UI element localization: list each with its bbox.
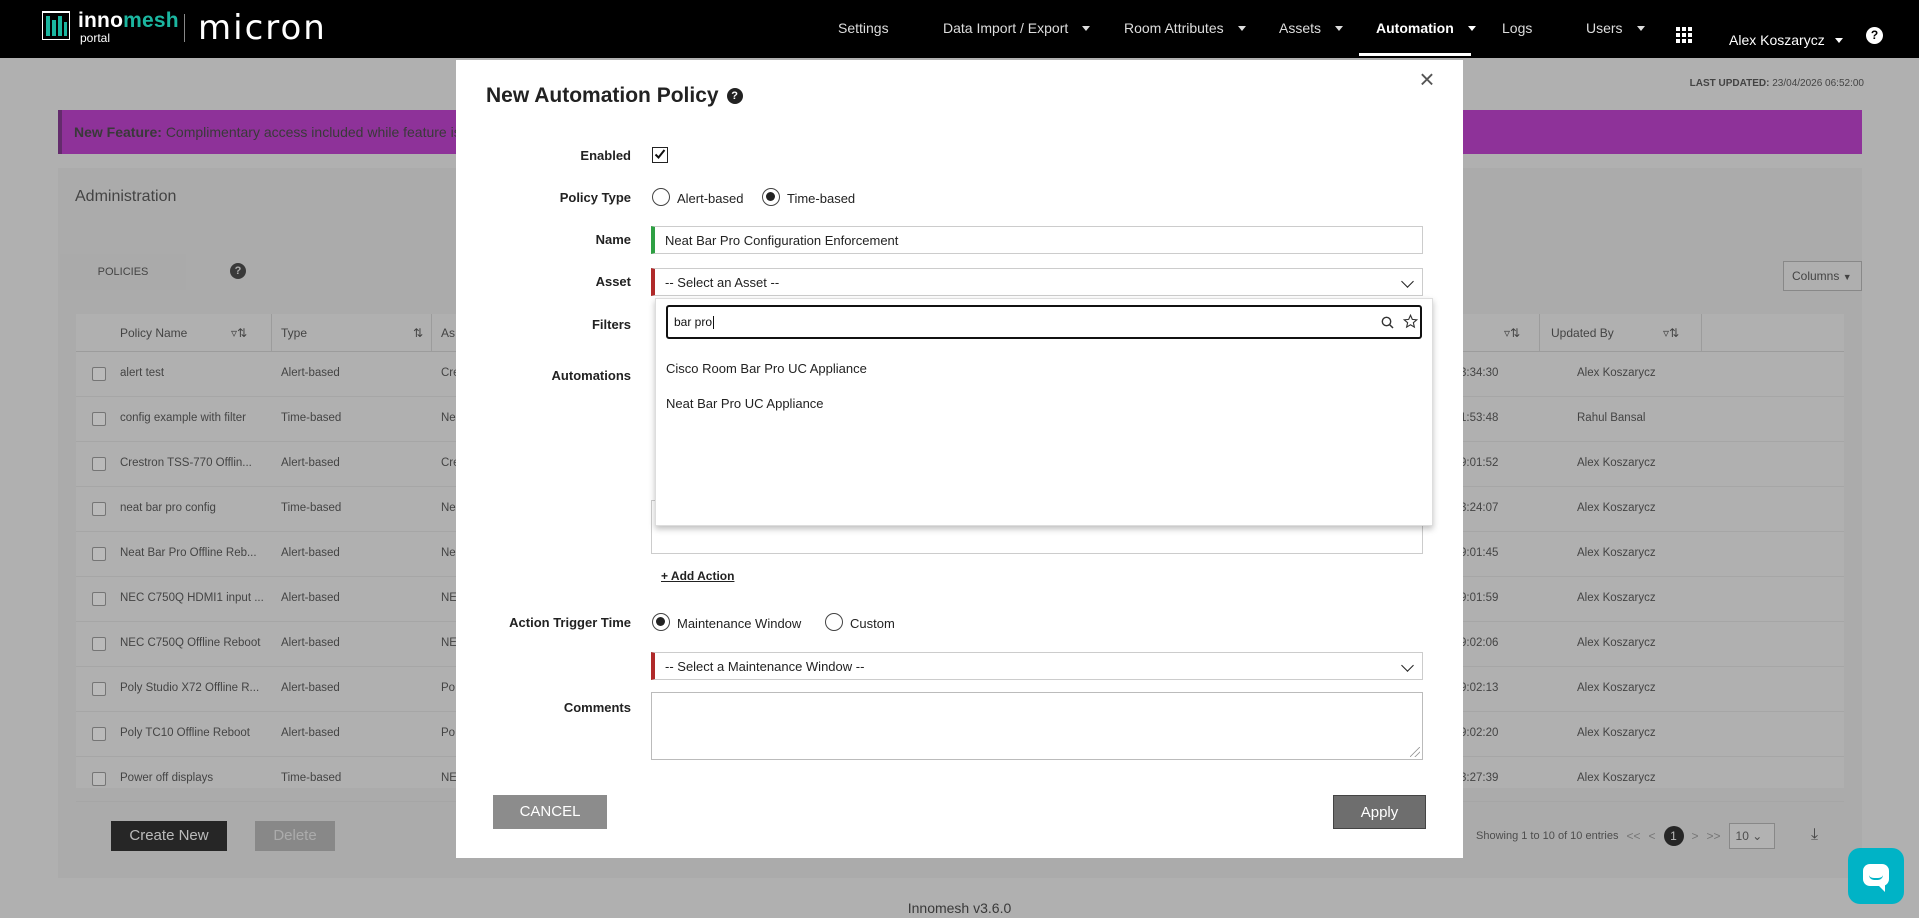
grid-apps-icon[interactable] bbox=[1676, 27, 1692, 43]
nav-assets[interactable]: Assets bbox=[1279, 18, 1344, 38]
nav-logs[interactable]: Logs bbox=[1502, 18, 1532, 38]
radio-time-based-label: Time-based bbox=[787, 191, 856, 206]
asset-select[interactable]: -- Select an Asset -- bbox=[651, 268, 1423, 296]
label-comments: Comments bbox=[563, 700, 631, 715]
nav-room-attributes[interactable]: Room Attributes bbox=[1124, 18, 1246, 38]
radio-maintenance-window-label: Maintenance Window bbox=[677, 616, 802, 631]
label-asset: Asset bbox=[595, 274, 631, 289]
asset-option[interactable]: Cisco Room Bar Pro UC Appliance bbox=[666, 361, 867, 376]
label-filters: Filters bbox=[591, 317, 631, 332]
innomesh-logo-icon bbox=[42, 11, 70, 40]
caret-down-icon bbox=[1636, 25, 1645, 31]
nav-data-import-export[interactable]: Data Import / Export bbox=[943, 18, 1091, 38]
user-menu[interactable]: Alex Koszarycz bbox=[1729, 30, 1843, 50]
modal-title: New Automation Policy ? bbox=[486, 84, 743, 108]
chevron-down-icon bbox=[1401, 659, 1414, 672]
name-input[interactable]: Neat Bar Pro Configuration Enforcement bbox=[651, 226, 1423, 254]
search-icon[interactable] bbox=[1381, 316, 1394, 329]
caret-down-icon bbox=[1834, 37, 1843, 43]
label-name: Name bbox=[595, 232, 631, 247]
chat-widget-button[interactable] bbox=[1848, 848, 1904, 904]
nav-settings[interactable]: Settings bbox=[838, 18, 889, 38]
caret-down-icon bbox=[1082, 25, 1091, 31]
label-enabled: Enabled bbox=[580, 148, 631, 163]
nav-active-indicator bbox=[1359, 53, 1471, 56]
label-automations: Automations bbox=[551, 368, 631, 383]
asset-option[interactable]: Neat Bar Pro UC Appliance bbox=[666, 396, 824, 411]
label-policy-type: Policy Type bbox=[559, 190, 631, 205]
chevron-down-icon bbox=[1401, 275, 1414, 288]
radio-custom-label: Custom bbox=[850, 616, 895, 631]
asset-search-input[interactable]: bar pro bbox=[666, 305, 1422, 339]
radio-alert-based-label: Alert-based bbox=[677, 191, 744, 206]
help-icon[interactable]: ? bbox=[726, 88, 743, 104]
maintenance-window-select[interactable]: -- Select a Maintenance Window -- bbox=[651, 652, 1423, 680]
close-icon[interactable]: × bbox=[1414, 66, 1440, 92]
apply-button[interactable]: Apply bbox=[1333, 795, 1426, 829]
label-action-trigger-time: Action Trigger Time bbox=[509, 615, 631, 630]
top-navbar: innomesh portal micron Settings Data Imp… bbox=[0, 0, 1919, 58]
text-cursor bbox=[713, 316, 715, 330]
add-action-link[interactable]: + Add Action bbox=[661, 569, 734, 583]
resize-handle[interactable] bbox=[1410, 747, 1420, 757]
brand-innomesh-text: innomesh bbox=[78, 9, 179, 32]
help-icon[interactable]: ? bbox=[1866, 27, 1883, 44]
radio-time-based[interactable] bbox=[762, 188, 780, 206]
cancel-button[interactable]: CANCEL bbox=[493, 795, 607, 829]
enabled-checkbox[interactable] bbox=[652, 147, 668, 163]
radio-alert-based[interactable] bbox=[652, 188, 670, 206]
brand-logo[interactable]: innomesh portal micron bbox=[42, 8, 342, 50]
star-icon[interactable] bbox=[1403, 314, 1418, 329]
brand-portal-text: portal bbox=[80, 31, 111, 45]
caret-down-icon bbox=[1467, 25, 1476, 31]
nav-automation[interactable]: Automation bbox=[1376, 18, 1476, 38]
nav-users[interactable]: Users bbox=[1586, 18, 1645, 38]
brand-micron-text: micron bbox=[198, 8, 327, 48]
comments-textarea[interactable] bbox=[651, 692, 1423, 760]
asset-dropdown: bar pro Cisco Room Bar Pro UC Appliance … bbox=[655, 298, 1433, 526]
brand-separator bbox=[184, 14, 185, 42]
caret-down-icon bbox=[1335, 25, 1344, 31]
caret-down-icon bbox=[1237, 25, 1246, 31]
radio-custom[interactable] bbox=[825, 613, 843, 631]
radio-maintenance-window[interactable] bbox=[652, 613, 670, 631]
check-icon bbox=[654, 149, 666, 159]
